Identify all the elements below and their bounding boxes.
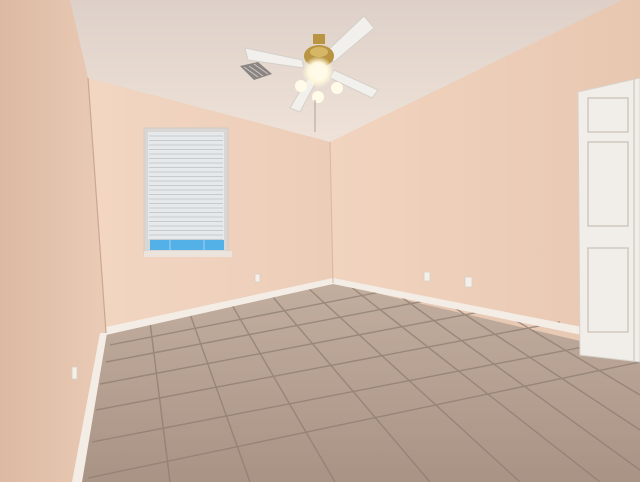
room-illustration [0, 0, 640, 482]
fan-light-bulb [312, 91, 324, 103]
window-sill [144, 251, 232, 257]
window-glass [150, 240, 224, 250]
fan-light-bulb [311, 64, 327, 80]
empty-room-scene [0, 0, 640, 482]
fan-light-bulb [295, 80, 307, 92]
white-panel-door [577, 77, 640, 363]
window-with-blinds [143, 127, 232, 257]
fan-light-bulb [331, 82, 343, 94]
